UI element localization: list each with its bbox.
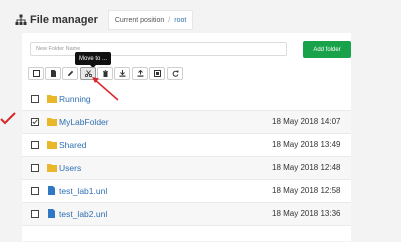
- file-icon: [48, 209, 55, 218]
- folder-icon: [47, 164, 57, 172]
- file-date: 18 May 2018 13:36: [272, 209, 341, 218]
- red-checkmark-annotation: [0, 112, 16, 125]
- breadcrumb-root-link[interactable]: root: [174, 17, 186, 24]
- file-name-link[interactable]: MyLabFolder: [59, 116, 109, 128]
- folder-icon: [47, 141, 57, 149]
- pencil-icon: [67, 70, 73, 76]
- new-folder-input[interactable]: New Folder Name: [30, 42, 287, 56]
- sitemap-icon: [15, 14, 27, 25]
- file-row[interactable]: test_lab2.unl 18 May 2018 13:36: [22, 203, 351, 226]
- file-name-link[interactable]: test_lab1.unl: [59, 185, 107, 197]
- file-row[interactable]: test_lab1.unl 18 May 2018 12:58: [22, 180, 351, 203]
- file-date: 18 May 2018 12:48: [272, 163, 341, 172]
- row-checkbox[interactable]: [31, 141, 39, 149]
- select-all-button[interactable]: [28, 67, 44, 80]
- rename-button[interactable]: [62, 67, 78, 80]
- file-icon: [48, 186, 55, 195]
- add-folder-button[interactable]: Add folder: [303, 41, 351, 58]
- row-checkbox[interactable]: [31, 95, 39, 103]
- file-name-link[interactable]: Running: [59, 93, 91, 105]
- file-date: 18 May 2018 12:58: [272, 186, 341, 195]
- row-checkbox[interactable]: [31, 164, 39, 172]
- current-position-label: Current position: [114, 16, 165, 24]
- file-name-link[interactable]: Users: [59, 162, 81, 174]
- header: File manager Current position / root: [15, 10, 194, 30]
- move-to-tooltip: Move to ...: [75, 52, 111, 65]
- row-checkbox[interactable]: [31, 187, 39, 195]
- new-file-button[interactable]: [45, 67, 61, 80]
- folder-icon: [47, 118, 57, 126]
- row-checkbox[interactable]: [31, 118, 39, 126]
- file-row[interactable]: MyLabFolder 18 May 2018 14:07: [22, 111, 351, 134]
- file-row[interactable]: Users 18 May 2018 12:48: [22, 157, 351, 180]
- upload-icon: [137, 70, 143, 77]
- red-arrow-annotation: [92, 77, 119, 101]
- refresh-icon: [172, 70, 179, 77]
- file-row[interactable]: Shared 18 May 2018 13:49: [22, 134, 351, 157]
- breadcrumb: Current position / root: [107, 10, 194, 30]
- upload-button[interactable]: [132, 67, 148, 80]
- page-title: File manager: [30, 14, 98, 26]
- checkbox-icon: [32, 70, 40, 77]
- new-file-icon: [50, 70, 56, 77]
- breadcrumb-separator: /: [168, 16, 171, 24]
- file-name-link[interactable]: test_lab2.unl: [59, 208, 107, 220]
- folder-icon: [47, 95, 57, 103]
- refresh-button[interactable]: [167, 67, 183, 80]
- file-date: 18 May 2018 13:49: [272, 140, 341, 149]
- file-list: Running MyLabFolder 18 May 2018 14:07 Share…: [22, 88, 351, 226]
- export-button[interactable]: [149, 67, 165, 80]
- file-row[interactable]: Running: [22, 88, 351, 111]
- file-name-link[interactable]: Shared: [59, 139, 86, 151]
- export-icon: [153, 70, 161, 77]
- row-checkbox[interactable]: [31, 210, 39, 218]
- file-date: 18 May 2018 14:07: [272, 117, 341, 126]
